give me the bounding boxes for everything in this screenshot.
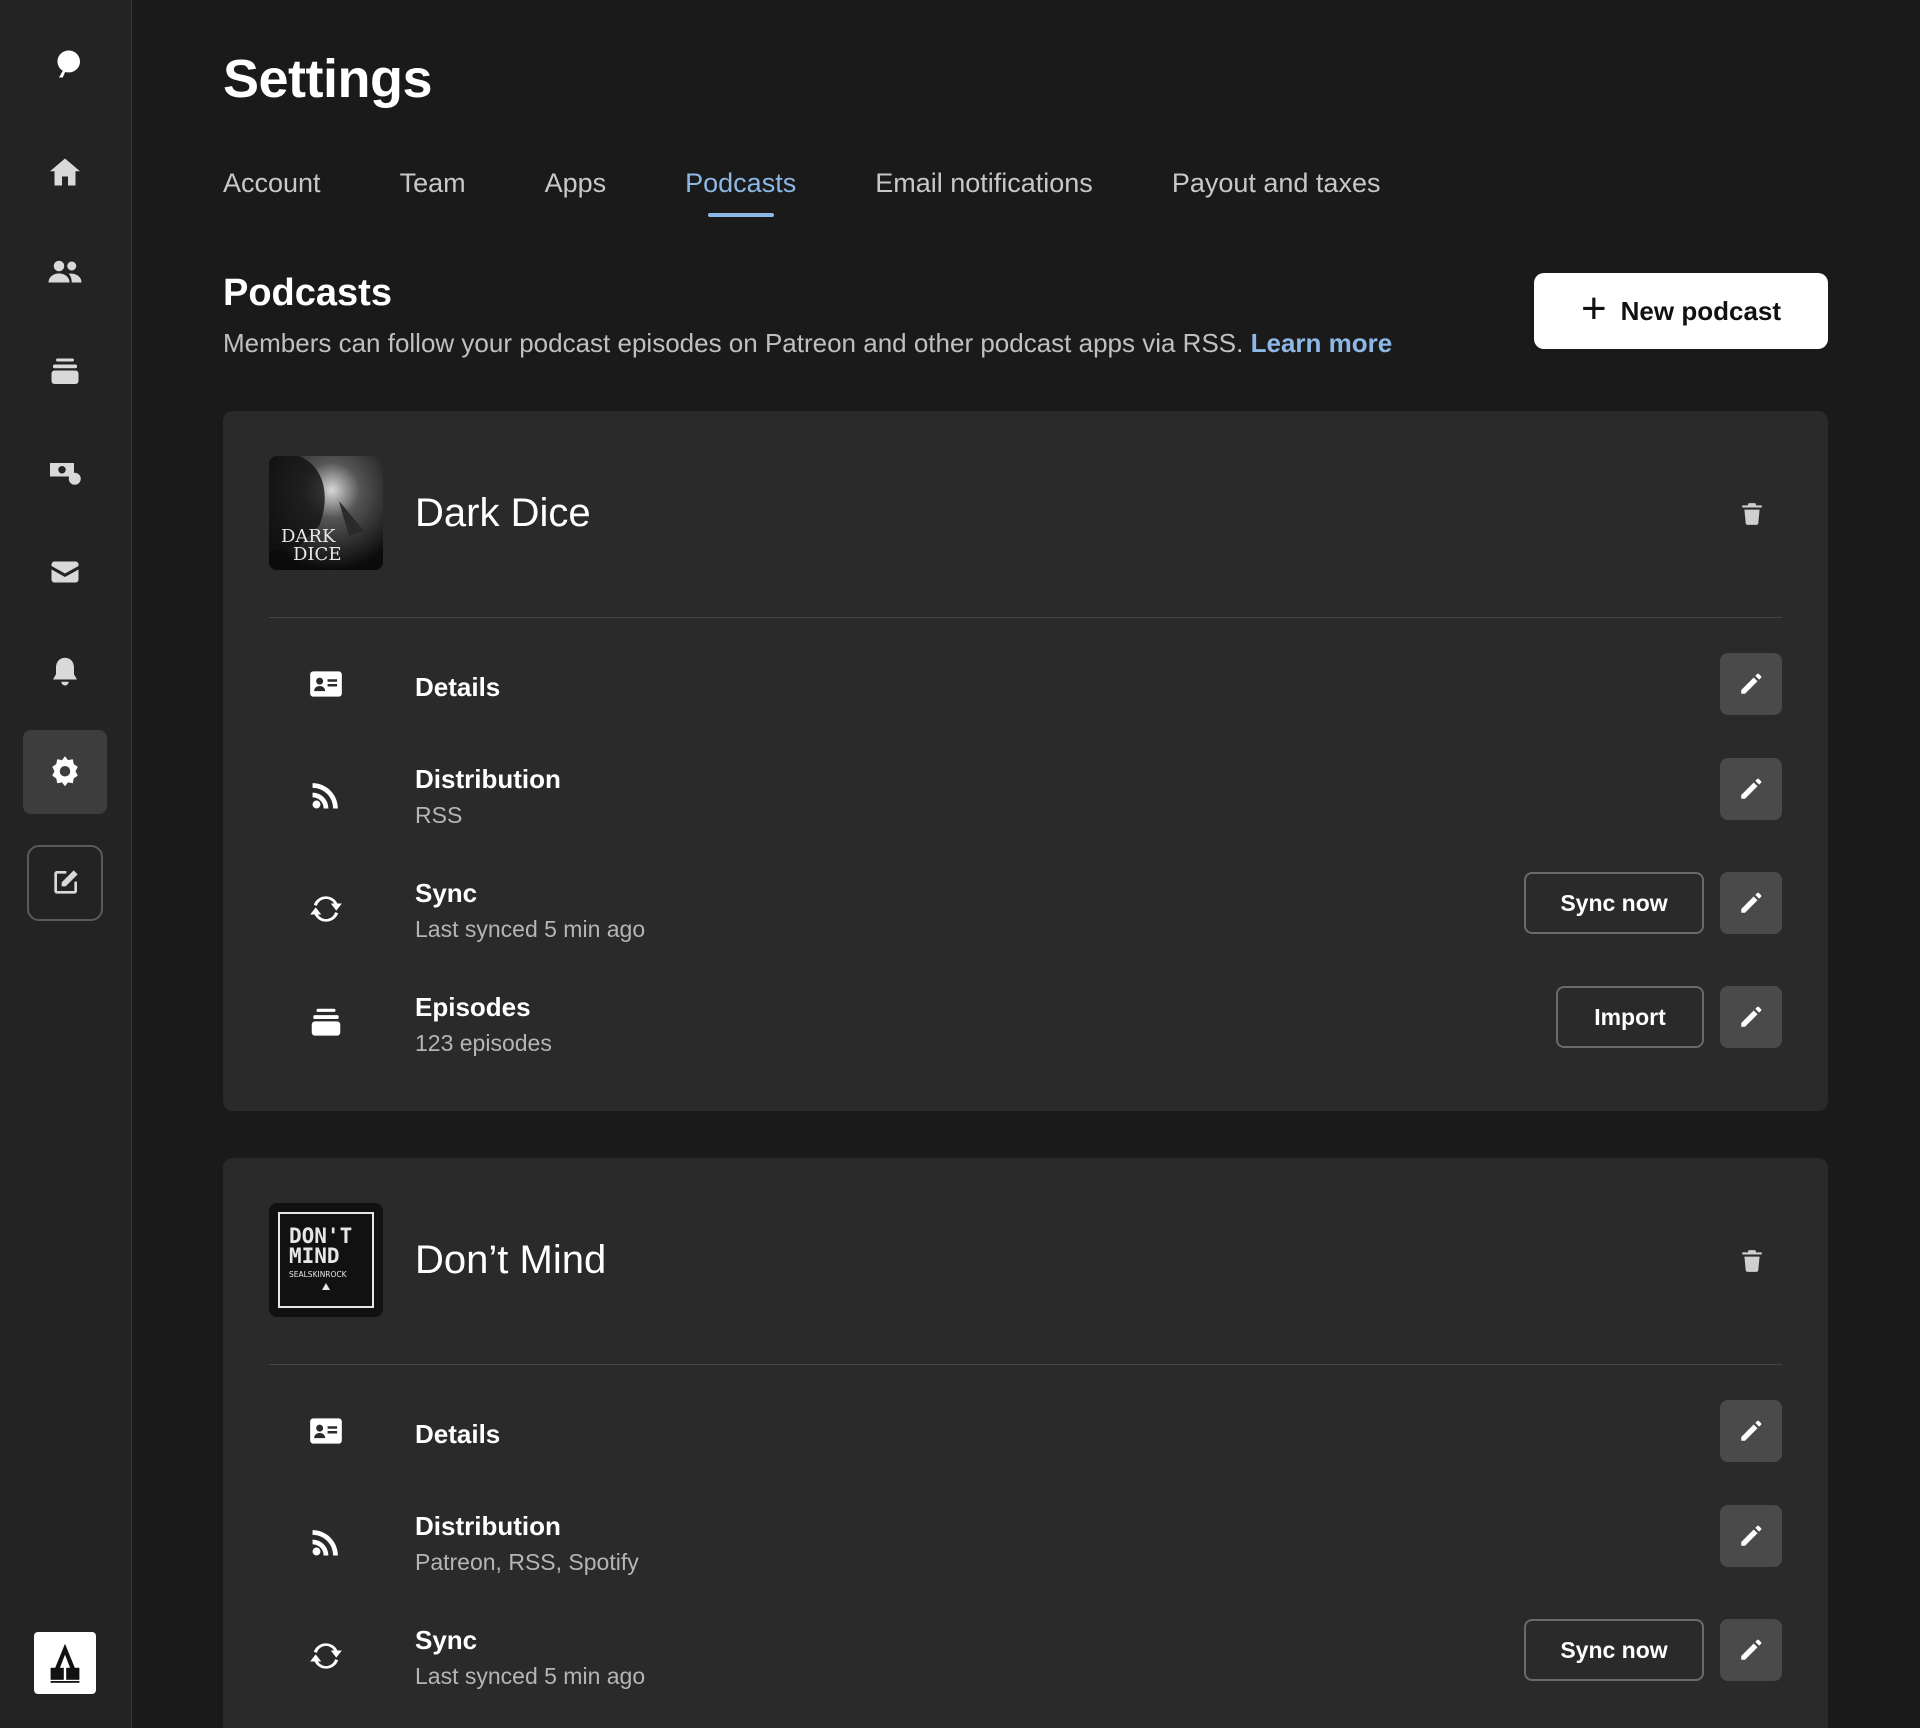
edit-distribution-button[interactable]: [1720, 1505, 1782, 1567]
section-description-text: Members can follow your podcast episodes…: [223, 328, 1244, 358]
row-title: Distribution: [415, 1511, 561, 1541]
podcast-cover-image: DON'T MIND SEALSKINROCK: [269, 1203, 383, 1317]
row-title: Episodes: [415, 992, 531, 1022]
page-title: Settings: [223, 49, 433, 109]
tab-apps[interactable]: Apps: [545, 168, 607, 213]
row-subtitle: Last synced 5 min ago: [415, 1663, 646, 1689]
plus-icon: +: [1580, 284, 1607, 333]
id-card-icon: [303, 661, 349, 707]
row-subtitle: RSS: [415, 802, 463, 828]
edit-details-button[interactable]: [1720, 653, 1782, 715]
section-description: Members can follow your podcast episodes…: [223, 328, 1392, 359]
tab-account[interactable]: Account: [223, 168, 321, 213]
creator-logo-icon: [50, 1643, 80, 1683]
delete-podcast-button[interactable]: [1732, 1241, 1772, 1281]
cover-text-line3: SEALSKINROCK: [289, 1270, 348, 1279]
tab-podcasts[interactable]: Podcasts: [685, 168, 796, 217]
trash-icon: [1742, 1250, 1762, 1272]
edit-details-button[interactable]: [1720, 1400, 1782, 1462]
podcast-cover-image: DARK DICE: [269, 456, 383, 570]
sync-now-button[interactable]: Sync now: [1524, 872, 1704, 934]
tab-payout-and-taxes[interactable]: Payout and taxes: [1172, 168, 1381, 213]
sync-row: Sync Last synced 5 min ago Sync now: [269, 1619, 1782, 1695]
patreon-logo-icon[interactable]: [23, 22, 107, 106]
podcast-card: DON'T MIND SEALSKINROCK Don’t Mind Detai…: [223, 1158, 1828, 1728]
tab-email-notifications[interactable]: Email notifications: [875, 168, 1093, 213]
distribution-row: Distribution Patreon, RSS, Spotify: [269, 1505, 1782, 1581]
creator-avatar[interactable]: [34, 1632, 96, 1694]
section-title: Podcasts: [223, 272, 392, 314]
row-subtitle: 123 episodes: [415, 1030, 552, 1056]
app-root: Settings Account Team Apps Podcasts Emai…: [0, 0, 1920, 1728]
episodes-row: Episodes 123 episodes Import: [269, 986, 1782, 1062]
learn-more-link[interactable]: Learn more: [1251, 328, 1393, 358]
pencil-icon: [1741, 1525, 1762, 1546]
episodes-stack-icon: [303, 1000, 349, 1046]
row-subtitle: Last synced 5 min ago: [415, 916, 646, 942]
edit-sync-button[interactable]: [1720, 872, 1782, 934]
row-subtitle: Patreon, RSS, Spotify: [415, 1549, 639, 1575]
payouts-icon[interactable]: [23, 430, 107, 514]
pencil-icon: [1741, 778, 1762, 799]
cover-text-line2: DICE: [293, 544, 341, 565]
tab-team[interactable]: Team: [400, 168, 466, 213]
row-title: Sync: [415, 878, 478, 908]
podcast-card-header: DON'T MIND SEALSKINROCK Don’t Mind: [269, 1158, 1782, 1365]
row-title: Details: [415, 672, 501, 702]
messages-icon[interactable]: [23, 530, 107, 614]
edit-sync-button[interactable]: [1720, 1619, 1782, 1681]
rss-icon: [303, 1519, 349, 1565]
sync-now-button[interactable]: Sync now: [1524, 1619, 1704, 1681]
import-button[interactable]: Import: [1556, 986, 1704, 1048]
pencil-icon: [1741, 892, 1762, 913]
notifications-icon[interactable]: [23, 630, 107, 714]
pencil-icon: [1741, 1006, 1762, 1027]
id-card-icon: [303, 1408, 349, 1454]
podcast-name: Don’t Mind: [415, 1238, 607, 1282]
settings-tabs: Account Team Apps Podcasts Email notific…: [223, 168, 1459, 217]
pencil-icon: [1741, 1639, 1762, 1660]
distribution-row: Distribution RSS: [269, 758, 1782, 834]
sync-row: Sync Last synced 5 min ago Sync now: [269, 872, 1782, 948]
row-title: Details: [415, 1419, 501, 1449]
details-row: Details: [269, 1400, 1782, 1470]
podcast-card-header: DARK DICE Dark Dice: [269, 411, 1782, 618]
library-icon[interactable]: [23, 330, 107, 414]
pencil-icon: [1741, 1420, 1762, 1441]
settings-icon[interactable]: [23, 730, 107, 814]
create-post-icon[interactable]: [27, 845, 103, 921]
edit-distribution-button[interactable]: [1720, 758, 1782, 820]
home-icon[interactable]: [23, 130, 107, 214]
sync-icon: [303, 886, 349, 932]
row-title: Distribution: [415, 764, 561, 794]
members-icon[interactable]: [23, 230, 107, 314]
trash-icon: [1742, 503, 1762, 525]
sidebar: [0, 0, 132, 1728]
podcast-name: Dark Dice: [415, 491, 591, 535]
details-row: Details: [269, 653, 1782, 723]
edit-episodes-button[interactable]: [1720, 986, 1782, 1048]
row-title: Sync: [415, 1625, 478, 1655]
delete-podcast-button[interactable]: [1732, 494, 1772, 534]
pencil-icon: [1741, 673, 1762, 694]
new-podcast-label: New podcast: [1620, 295, 1782, 326]
sync-icon: [303, 1633, 349, 1679]
cover-text-line2: MIND: [289, 1244, 340, 1268]
rss-icon: [303, 772, 349, 818]
podcast-card: DARK DICE Dark Dice Details Distribution…: [223, 411, 1828, 1111]
new-podcast-button[interactable]: + New podcast: [1534, 273, 1828, 349]
